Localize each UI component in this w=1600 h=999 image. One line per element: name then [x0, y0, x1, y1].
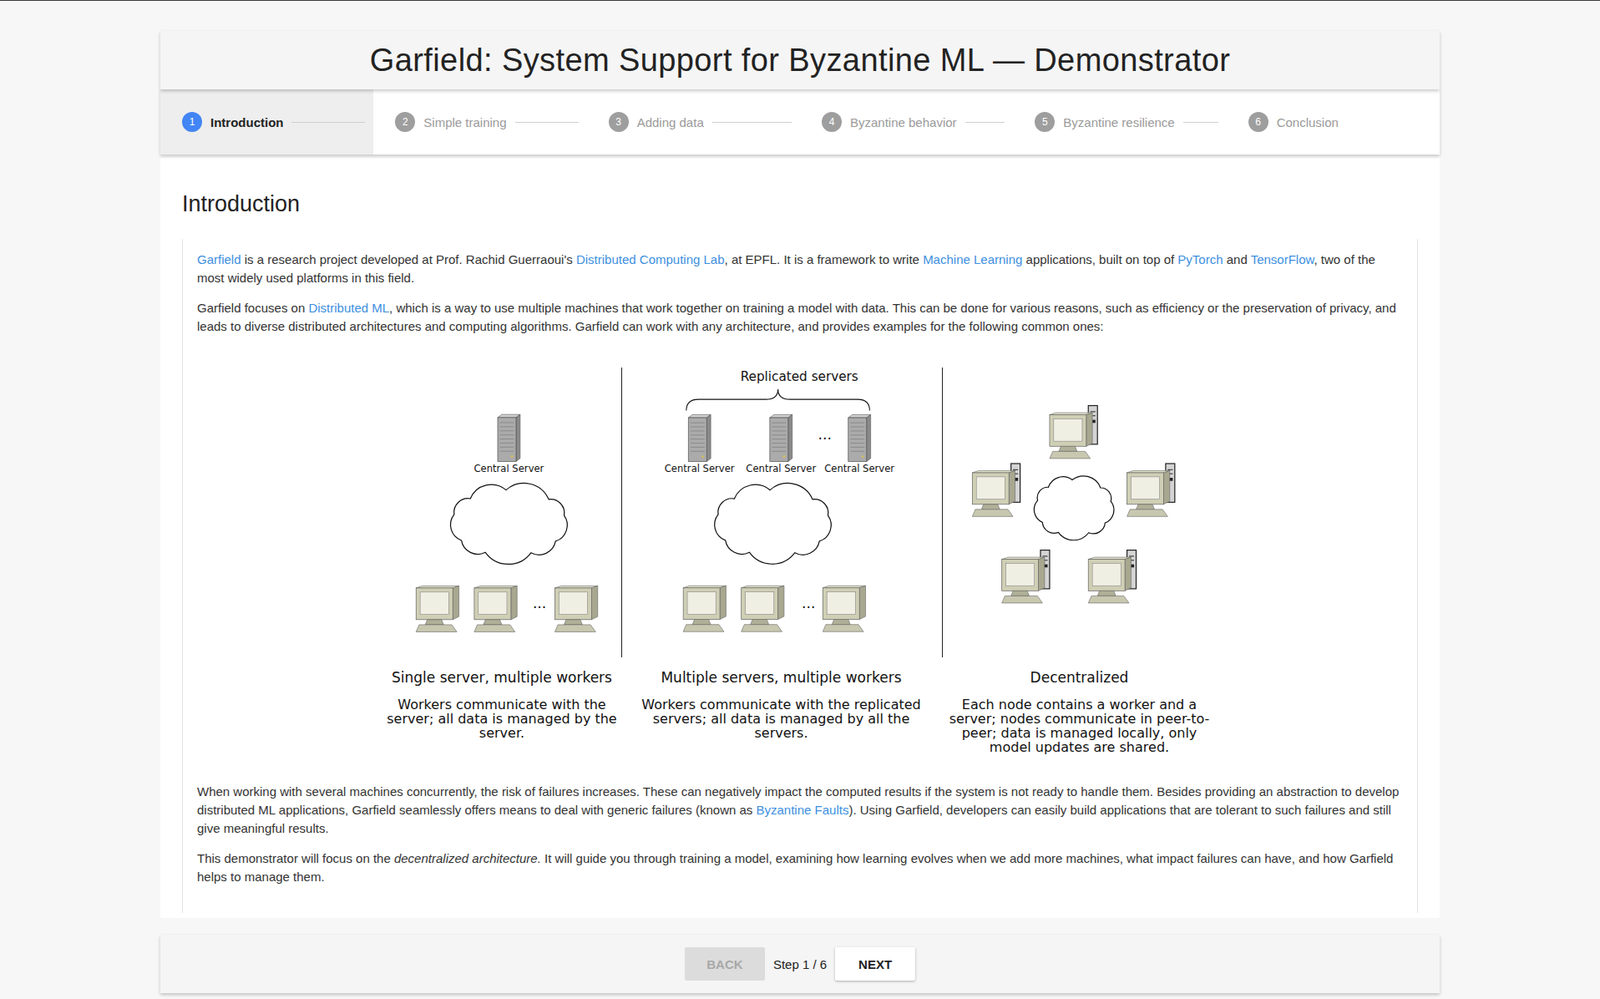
paragraph: This demonstrator will focus on the dece…: [197, 849, 1403, 887]
step-label: Byzantine behavior: [850, 115, 957, 130]
architecture-panel: Decentralized Each node contains a worker…: [941, 367, 1218, 755]
server-icon: [769, 414, 792, 461]
content-box: Garfield is a research project developed…: [182, 238, 1418, 913]
step-connector: [515, 121, 579, 123]
step-number: 1: [182, 111, 203, 132]
computer-icon: [972, 470, 1015, 517]
stepper-step[interactable]: 2 Simple training: [373, 89, 587, 155]
text-link[interactable]: Distributed ML: [308, 300, 390, 315]
step-label: Introduction: [210, 115, 284, 130]
back-button[interactable]: BACK: [684, 946, 765, 981]
computer-icon: [1001, 556, 1044, 603]
computer-icon: [1126, 470, 1170, 517]
replicated-servers-diagram: Replicated servers Central Server Central …: [622, 367, 942, 658]
paragraph: When working with several machines concu…: [197, 782, 1403, 838]
step-number: 4: [821, 111, 842, 132]
ellipsis-label: ...: [801, 594, 816, 612]
network-cloud-icon: [713, 483, 831, 565]
single-server-diagram: Central Server...: [383, 367, 622, 658]
step-number: 3: [608, 111, 629, 132]
step-label: Conclusion: [1276, 115, 1339, 130]
footer-bar: BACK Step 1 / 6 NEXT: [160, 934, 1440, 993]
text-link[interactable]: Machine Learning: [922, 252, 1023, 267]
computer-icon: [1048, 412, 1092, 459]
section-heading: Introduction: [182, 191, 1418, 218]
computer-icon: [822, 585, 866, 632]
step-connector: [1183, 121, 1219, 123]
node-icon: [1001, 550, 1049, 603]
paragraph: Garfield is a research project developed…: [197, 250, 1403, 288]
computer-icon: [554, 585, 598, 632]
server-icon: [688, 414, 711, 461]
stepper-step[interactable]: 5 Byzantine resilience: [1012, 89, 1226, 155]
stepper-step[interactable]: 4 Byzantine behavior: [800, 89, 1013, 155]
network-cloud-icon: [450, 483, 568, 565]
step-connector: [291, 121, 365, 123]
architecture-title: Multiple servers, multiple workers: [660, 668, 902, 686]
step-label: Simple training: [423, 115, 507, 130]
stepper-step[interactable]: 3 Adding data: [587, 89, 800, 155]
text-link[interactable]: TensorFlow: [1250, 252, 1315, 267]
architecture-drawing: Central Server...: [383, 367, 622, 658]
decentralized-diagram: [942, 367, 1218, 658]
step-connector: [712, 121, 792, 123]
node-icon: [1048, 405, 1097, 459]
step-number: 2: [394, 111, 416, 132]
emphasis: decentralized architecture.: [394, 850, 542, 866]
step-label: Byzantine resilience: [1063, 115, 1175, 130]
computer-icon: [1088, 556, 1131, 603]
paragraph: Garfield focuses on Distributed ML, whic…: [197, 298, 1403, 336]
architecture-panel: Central Server... Single server, multiple…: [383, 367, 622, 755]
text-link[interactable]: Byzantine Faults: [756, 802, 850, 817]
architecture-title: Single server, multiple workers: [391, 668, 613, 686]
server-icon: [497, 414, 521, 461]
step-number: 6: [1248, 111, 1269, 132]
computer-icon: [415, 585, 459, 632]
node-icon: [972, 463, 1020, 517]
architecture-drawing: [941, 367, 1218, 658]
group-label: Replicated servers: [739, 369, 858, 385]
page-title: Garfield: System Support for Byzantine M…: [369, 42, 1231, 79]
stepper: 1 Introduction 2 Simple training 3 Adding dat…: [160, 89, 1440, 155]
step-counter: Step 1 / 6: [773, 956, 827, 972]
stepper-step[interactable]: 1 Introduction: [160, 89, 374, 155]
architecture-description: Each node contains a worker and a server…: [941, 697, 1218, 755]
computer-icon: [683, 585, 726, 632]
page: Garfield: System Support for Byzantine M…: [0, 0, 1600, 999]
next-button[interactable]: NEXT: [835, 946, 916, 981]
node-icon: [1088, 550, 1136, 603]
server-label: Central Server: [745, 462, 816, 475]
server-icon: [847, 414, 871, 461]
architecture-description: Workers communicate with the replicated …: [621, 697, 942, 740]
step-connector: [965, 121, 1006, 123]
server-label: Central Server: [824, 462, 895, 475]
step-label: Adding data: [637, 115, 704, 130]
ellipsis-label: ...: [531, 594, 546, 612]
architectures-figure: Central Server... Single server, multiple…: [197, 367, 1403, 755]
architecture-panel: Replicated servers Central Server Central …: [621, 367, 942, 755]
text-link[interactable]: PyTorch: [1177, 252, 1223, 267]
brace-icon: [685, 389, 870, 411]
text-link[interactable]: Distributed Computing Lab: [576, 252, 725, 267]
node-icon: [1126, 463, 1175, 517]
computer-icon: [740, 585, 784, 632]
ellipsis-label: ...: [817, 425, 831, 443]
demonstrator: Garfield: System Support for Byzantine M…: [160, 30, 1440, 993]
stepper-step[interactable]: 6 Conclusion: [1226, 89, 1440, 155]
text-link[interactable]: Garfield: [197, 252, 242, 267]
server-label: Central Server: [663, 462, 735, 475]
server-label: Central Server: [473, 462, 544, 475]
network-cloud-icon: [1033, 475, 1114, 541]
content-card: Introduction Garfield is a research proje…: [160, 157, 1440, 918]
header-bar: Garfield: System Support for Byzantine M…: [160, 30, 1440, 90]
step-number: 5: [1034, 111, 1055, 132]
architecture-drawing: Replicated servers Central Server Central …: [621, 367, 942, 658]
architecture-title: Decentralized: [1030, 668, 1130, 686]
architecture-description: Workers communicate with the server; all…: [383, 697, 622, 740]
computer-icon: [473, 585, 517, 632]
